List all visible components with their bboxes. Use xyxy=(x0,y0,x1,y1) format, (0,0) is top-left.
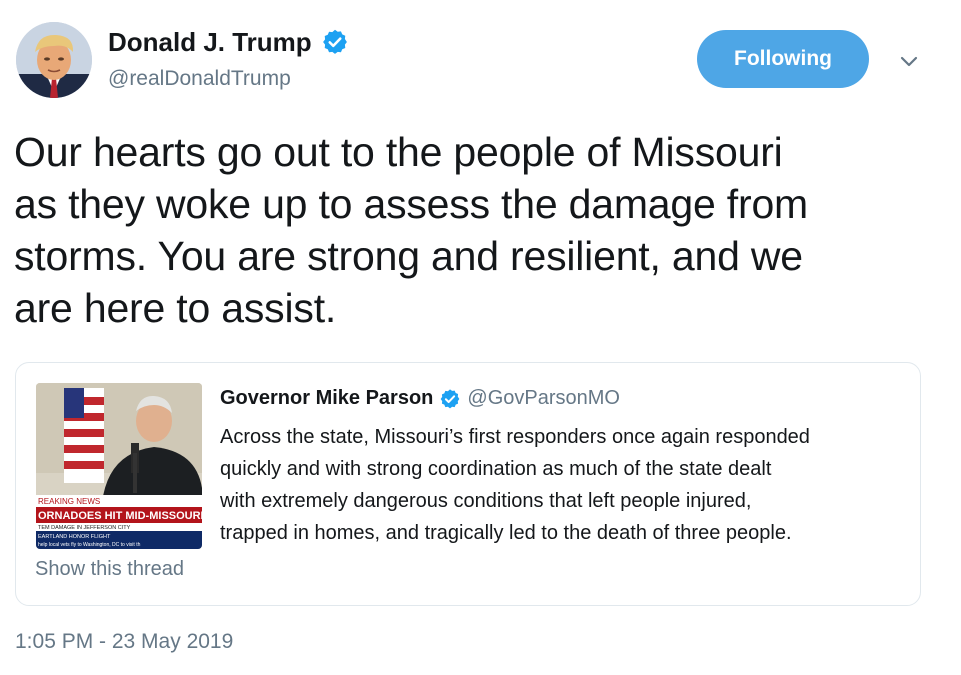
tweet-timestamp[interactable]: 1:05 PM - 23 May 2019 xyxy=(15,628,233,656)
show-thread-link[interactable]: Show this thread xyxy=(35,556,184,582)
avatar-photo xyxy=(16,22,92,98)
banner-line: EARTLAND HONOR FLIGHT xyxy=(38,534,111,540)
quoted-tweet-media[interactable]: REAKING NEWS ORNADOES HIT MID-MISSOURI T… xyxy=(36,383,202,549)
tweet-text-line: storms. You are strong and resilient, an… xyxy=(14,233,803,279)
quoted-tweet-card[interactable]: REAKING NEWS ORNADOES HIT MID-MISSOURI T… xyxy=(15,362,921,606)
quoted-text-line: Across the state, Missouri’s first respo… xyxy=(220,426,810,448)
verified-badge-icon xyxy=(439,388,461,410)
following-button[interactable]: Following xyxy=(697,30,869,88)
quoted-tweet-text: Across the state, Missouri’s first respo… xyxy=(220,421,910,549)
author-name-row: Donald J. Trump xyxy=(108,27,349,57)
tweet-text-line: as they woke up to assess the damage fro… xyxy=(14,181,809,227)
chevron-down-icon[interactable] xyxy=(896,48,922,74)
author-handle[interactable]: @realDonaldTrump xyxy=(108,66,291,92)
quoted-text-line: trapped in homes, and tragically led to … xyxy=(220,522,792,544)
tweet-text: Our hearts go out to the people of Misso… xyxy=(14,126,949,334)
news-broadcast-image: REAKING NEWS ORNADOES HIT MID-MISSOURI T… xyxy=(36,383,202,549)
verified-badge-icon xyxy=(321,28,349,56)
author-avatar[interactable] xyxy=(16,22,92,98)
banner-line: help local vets fly to Washington, DC to… xyxy=(38,542,141,548)
banner-line: ORNADOES HIT MID-MISSOURI xyxy=(38,510,202,522)
quoted-author-name[interactable]: Governor Mike Parson xyxy=(220,387,433,410)
banner-line: TEM DAMAGE IN JEFFERSON CITY xyxy=(38,525,131,531)
tweet-text-line: are here to assist. xyxy=(14,285,337,331)
quoted-tweet-header: Governor Mike Parson @GovParsonMO xyxy=(220,387,620,410)
quoted-text-line: quickly and with strong coordination as … xyxy=(220,458,772,480)
quoted-author-handle[interactable]: @GovParsonMO xyxy=(467,387,620,410)
tweet-text-line: Our hearts go out to the people of Misso… xyxy=(14,129,783,175)
quoted-text-line: with extremely dangerous conditions that… xyxy=(220,490,752,512)
author-name[interactable]: Donald J. Trump xyxy=(108,27,312,57)
banner-line: REAKING NEWS xyxy=(38,497,100,506)
